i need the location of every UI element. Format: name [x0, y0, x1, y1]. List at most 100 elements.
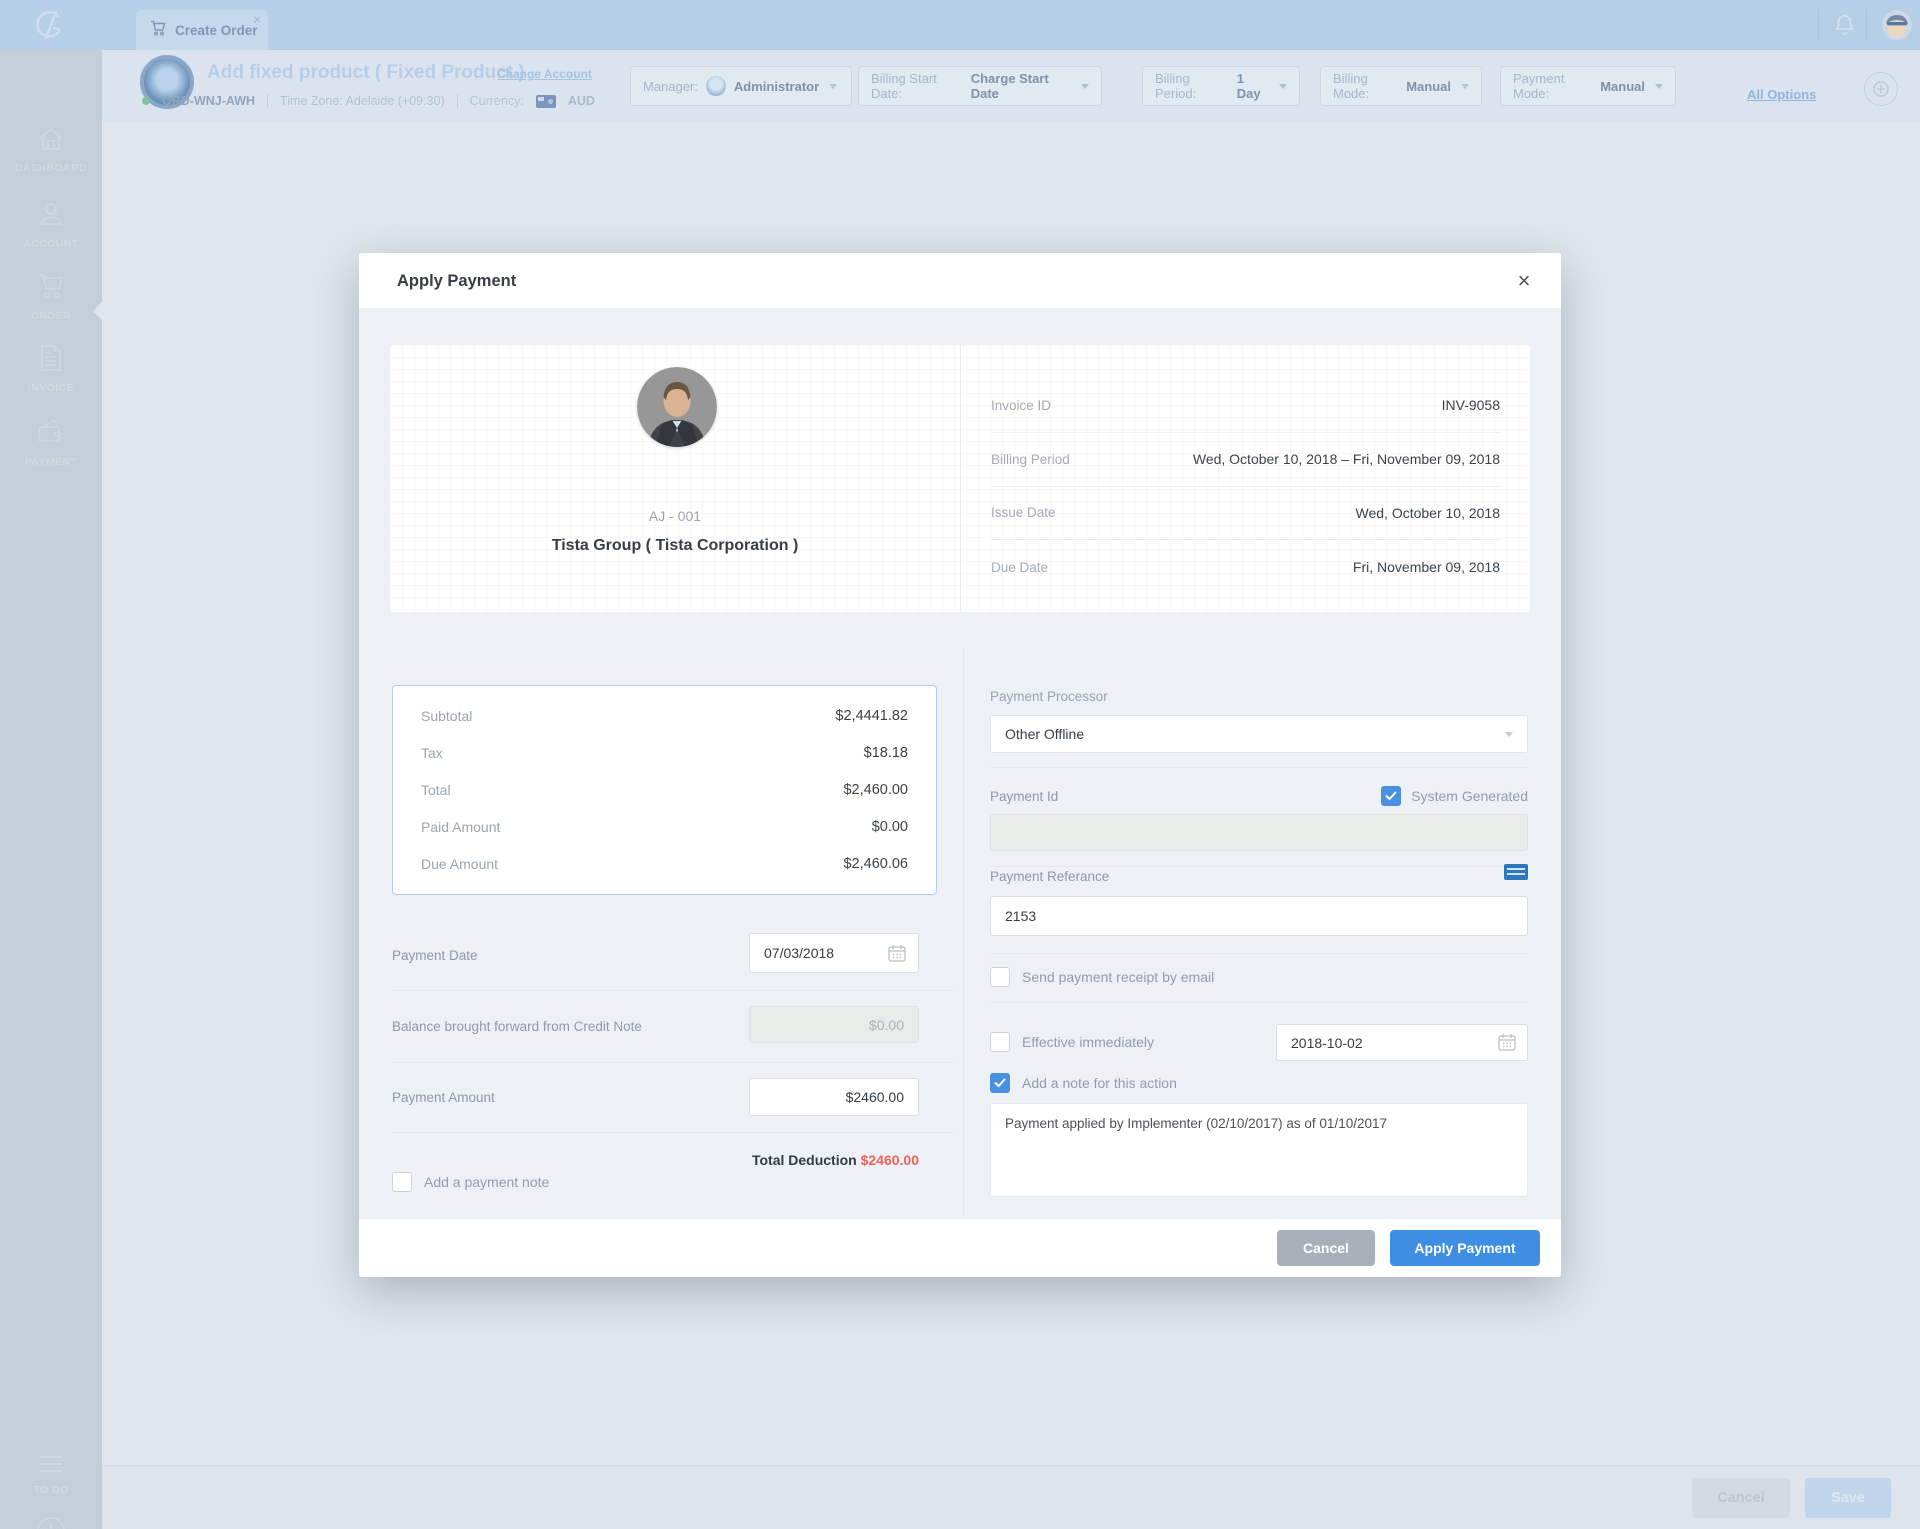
apply-payment-modal: Apply Payment ×: [359, 253, 1561, 1277]
payment-processor-select[interactable]: Other Offline: [990, 715, 1528, 753]
cart-icon: [36, 287, 66, 304]
effective-immediately-checkbox[interactable]: [990, 1032, 1010, 1052]
australia-flag-icon: [536, 95, 556, 108]
credit-note-input: [749, 1006, 919, 1043]
topbar-divider: [1818, 9, 1819, 41]
payment-mode-dropdown[interactable]: Payment Mode: Manual: [1500, 66, 1676, 106]
credit-note-label: Balance brought forward from Credit Note: [392, 1019, 642, 1034]
billing-mode-dropdown[interactable]: Billing Mode: Manual: [1320, 66, 1482, 106]
payment-reference-input[interactable]: [990, 896, 1528, 936]
add-payment-note-checkbox[interactable]: [392, 1172, 412, 1192]
apply-payment-button[interactable]: Apply Payment: [1390, 1230, 1540, 1266]
send-receipt-checkbox[interactable]: [990, 967, 1010, 987]
close-icon[interactable]: ×: [1511, 268, 1537, 294]
sidebar-item-account[interactable]: ACCOUNT: [0, 200, 102, 250]
action-note-textarea[interactable]: Payment applied by Implementer (02/10/20…: [990, 1103, 1528, 1197]
field-divider: [990, 953, 1528, 954]
tab-create-order[interactable]: Create Order ×: [136, 10, 268, 50]
chevron-down-icon: [1461, 84, 1469, 89]
chevron-down-icon: [1655, 84, 1663, 89]
payment-amount-input[interactable]: [749, 1078, 919, 1116]
invoice-row: Billing Period Wed, October 10, 2018 – F…: [991, 433, 1500, 487]
chevron-down-icon: [1279, 84, 1287, 89]
summary-row: Subtotal$2,4441.82: [421, 708, 908, 724]
active-item-arrow: [93, 302, 102, 320]
status-dot: [142, 97, 150, 105]
invoice-row: Due Date Fri, November 09, 2018: [991, 540, 1500, 594]
footer-cancel-button[interactable]: Cancel: [1692, 1478, 1790, 1518]
summary-row: Tax$18.18: [421, 745, 908, 761]
page-title: Add fixed product ( Fixed Product ): [207, 62, 525, 84]
system-generated-row: System Generated: [1381, 786, 1528, 806]
footer-save-button[interactable]: Save: [1805, 1478, 1891, 1518]
settings-icon[interactable]: [1864, 72, 1898, 106]
order-header: Add fixed product ( Fixed Product ) Chan…: [102, 50, 1920, 122]
customer-invoice-panel: AJ - 001 Tista Group ( Tista Corporation…: [390, 345, 1530, 612]
modal-header: Apply Payment ×: [359, 253, 1561, 309]
sidebar: DASHBOARD ACCOUNT ORDER INVOICE PAYMENT …: [0, 50, 102, 1529]
currency-label: Currency:: [470, 94, 524, 108]
sidebar-item-invoice[interactable]: INVOICE: [0, 344, 102, 394]
change-account-link[interactable]: Change Account: [497, 67, 592, 81]
modal-footer: Cancel Apply Payment: [359, 1218, 1561, 1277]
notifications-bell-icon[interactable]: [1833, 13, 1856, 42]
field-divider: [392, 1132, 955, 1133]
summary-row: Paid Amount$0.00: [421, 819, 908, 835]
chevron-down-icon: [1505, 732, 1513, 737]
user-avatar[interactable]: [1882, 10, 1912, 40]
amex-card-icon: [1504, 864, 1528, 880]
field-divider: [990, 1002, 1528, 1003]
billing-start-date-dropdown[interactable]: Billing Start Date: Charge Start Date: [858, 66, 1102, 106]
sidebar-item-todo[interactable]: TO DO: [0, 1454, 102, 1496]
amount-summary: Subtotal$2,4441.82 Tax$18.18 Total$2,460…: [392, 685, 937, 895]
add-note-row: Add a note for this action: [990, 1073, 1177, 1093]
panel-divider: [960, 345, 961, 612]
meta-divider: [267, 94, 268, 108]
sidebar-item-order[interactable]: ORDER: [0, 272, 102, 322]
calendar-icon[interactable]: [887, 943, 907, 968]
sidebar-item-dashboard[interactable]: DASHBOARD: [0, 126, 102, 174]
chevron-down-icon: [829, 84, 837, 89]
field-divider: [990, 767, 1528, 768]
columns-divider: [963, 648, 964, 1218]
wallet-icon: [36, 433, 66, 450]
topbar: Create Order ×: [0, 0, 1920, 50]
check-icon: [1385, 791, 1397, 801]
modal-body: AJ - 001 Tista Group ( Tista Corporation…: [359, 309, 1561, 1218]
customer-name: Tista Group ( Tista Corporation ): [390, 537, 960, 555]
sidebar-item-payment[interactable]: PAYMENT: [0, 416, 102, 468]
person-icon: [37, 215, 65, 232]
payment-id-input: [990, 814, 1528, 851]
total-deduction-value: $2460.00: [861, 1152, 919, 1168]
meta-divider: [457, 94, 458, 108]
system-generated-checkbox[interactable]: [1381, 786, 1401, 806]
payment-processor-label: Payment Processor: [990, 689, 1108, 704]
all-options-link[interactable]: All Options: [1747, 87, 1816, 102]
payment-id-label: Payment Id: [990, 789, 1058, 804]
app-logo: [30, 8, 70, 47]
payment-reference-label: Payment Referance: [990, 869, 1109, 884]
page-footer: Cancel Save: [102, 1465, 1920, 1529]
timezone-label: Time Zone: Adelaide (+09:30): [280, 94, 445, 108]
manager-avatar: [706, 76, 726, 96]
order-id: ORD-WNJ-AWH: [162, 94, 255, 108]
invoice-row: Invoice ID INV-9058: [991, 379, 1500, 433]
field-divider: [990, 866, 1528, 867]
billing-period-dropdown[interactable]: Billing Period: 1 Day: [1142, 66, 1300, 106]
calendar-icon[interactable]: [1497, 1032, 1517, 1057]
topbar-divider: [1866, 9, 1867, 41]
modal-title: Apply Payment: [397, 272, 516, 291]
order-meta: ORD-WNJ-AWH Time Zone: Adelaide (+09:30)…: [142, 94, 595, 108]
todo-list-icon: [38, 1461, 64, 1478]
cancel-button[interactable]: Cancel: [1277, 1230, 1375, 1266]
invoice-icon: [39, 359, 63, 376]
payment-date-label: Payment Date: [392, 948, 478, 963]
effective-date-input[interactable]: [1276, 1024, 1528, 1061]
chevron-down-icon: [1081, 84, 1089, 89]
manager-dropdown[interactable]: Manager: Administrator: [630, 66, 852, 106]
add-note-checkbox[interactable]: [990, 1073, 1010, 1093]
summary-row: Total$2,460.00: [421, 782, 908, 798]
sidebar-item-new[interactable]: NEW: [0, 1516, 102, 1529]
check-icon: [994, 1078, 1006, 1088]
tab-close-icon[interactable]: ×: [253, 13, 261, 26]
